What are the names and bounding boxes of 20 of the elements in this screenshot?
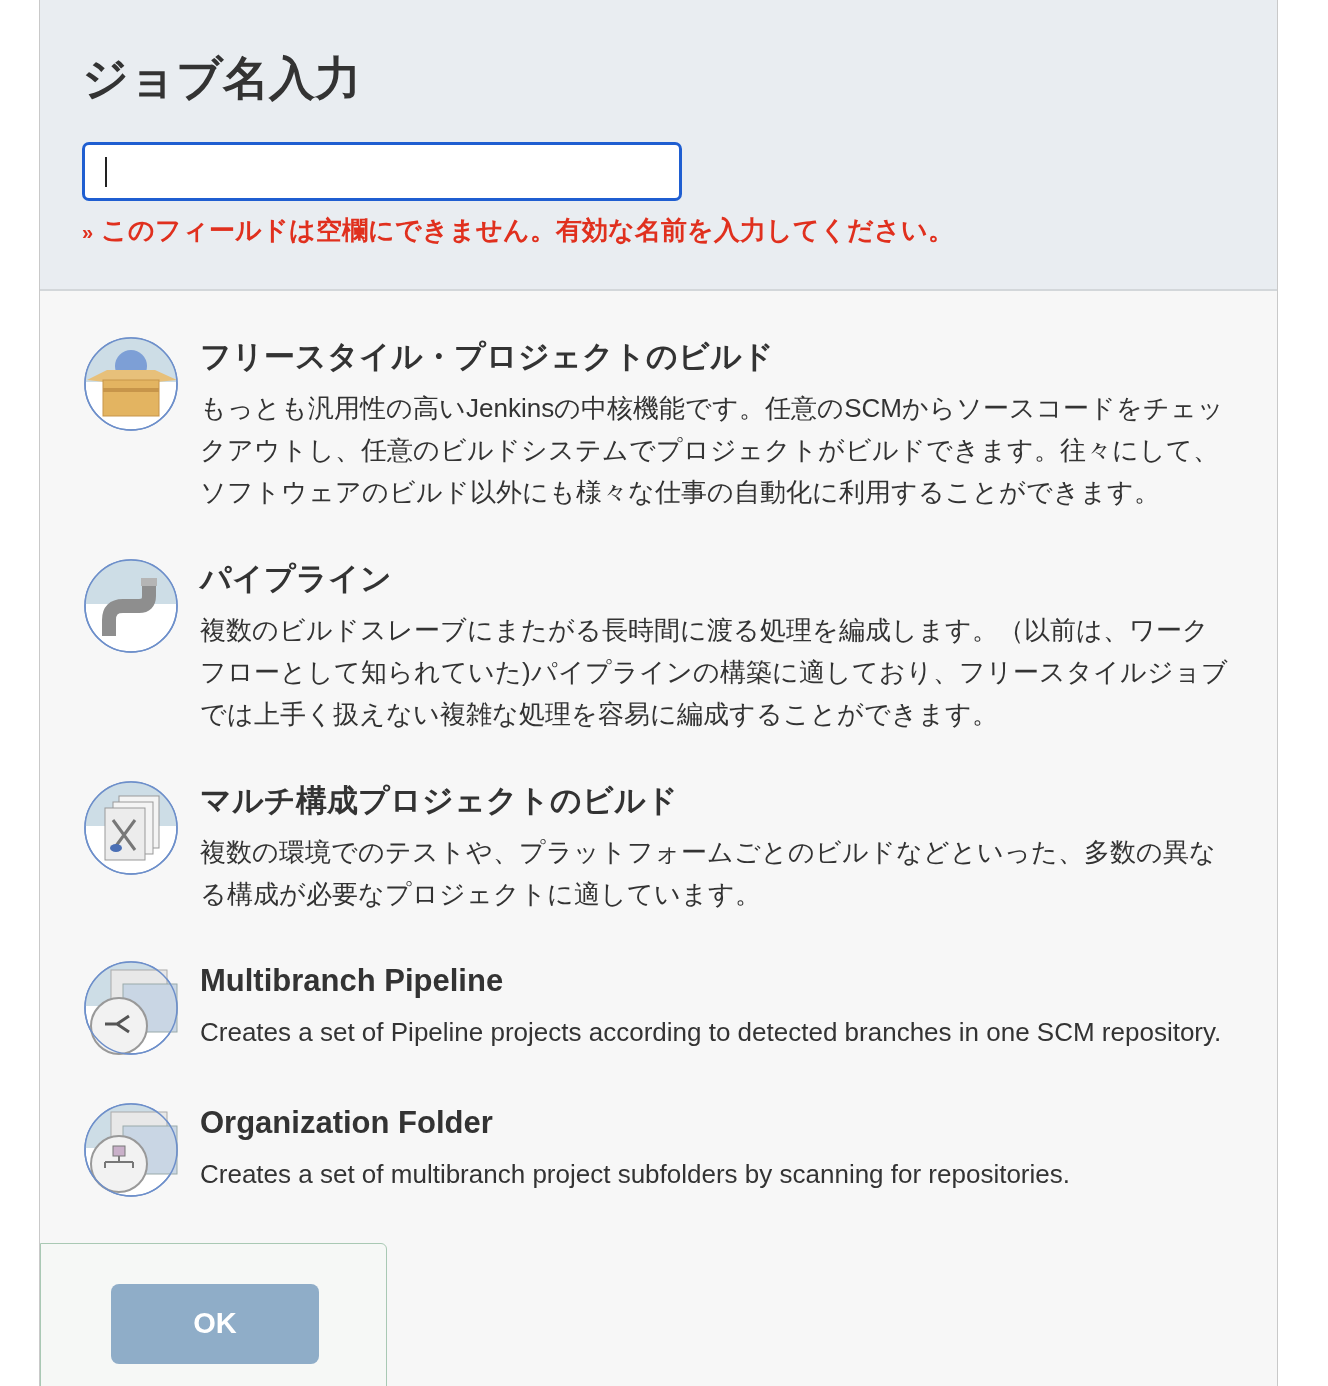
job-type-title[interactable]: Multibranch Pipeline (200, 959, 1235, 1003)
job-type-title[interactable]: Organization Folder (200, 1101, 1235, 1145)
name-input-field[interactable] (82, 142, 682, 201)
text-caret (105, 156, 107, 187)
error-marker: » (82, 220, 94, 245)
error-message: このフィールドは空欄にできません。有効な名前を入力してください。 (101, 214, 955, 247)
job-type-description: もっとも汎用性の高いJenkinsの中核機能です。任意のSCMからソースコードをチェックアウトし、任意のビルドシステムでプロジェクトがビルドできます。往々にして、ソフトウェアのビルド以外にも様々な仕事の自動化に利用することができます。 (200, 392, 1225, 509)
page-title: ジョブ名入力 (82, 51, 362, 106)
folder-with-hierarchy-icon (82, 1101, 180, 1199)
job-type-description: Creates a set of Pipeline projects according to detected branches in one SCM repository. (200, 1016, 1223, 1049)
folder-with-branch-icon (82, 959, 180, 1057)
job-type-title[interactable]: マルチ構成プロジェクトのビルド (200, 779, 1235, 823)
box-with-globe-icon (82, 335, 180, 433)
job-type-description: 複数のビルドスレーブにまたがる長時間に渡る処理を編成します。（以前は、ワークフローとして知られていた)パイプラインの構築に適しており、フリースタイルジョブでは上手く扱えない複雑な処理を容易に編成することができます。 (200, 614, 1229, 731)
documents-with-tools-icon (82, 779, 180, 877)
job-type-title[interactable]: パイプライン (200, 557, 1235, 601)
job-type-title[interactable]: フリースタイル・プロジェクトのビルド (200, 335, 1235, 379)
job-type-description: Creates a set of multibranch project subfolders by scanning for repositories. (200, 1158, 1071, 1191)
job-type-description: 複数の環境でのテストや、プラットフォームごとのビルドなどといった、多数の異なる構成が必要なプロジェクトに適しています。 (200, 836, 1217, 911)
pipe-icon (82, 557, 180, 655)
